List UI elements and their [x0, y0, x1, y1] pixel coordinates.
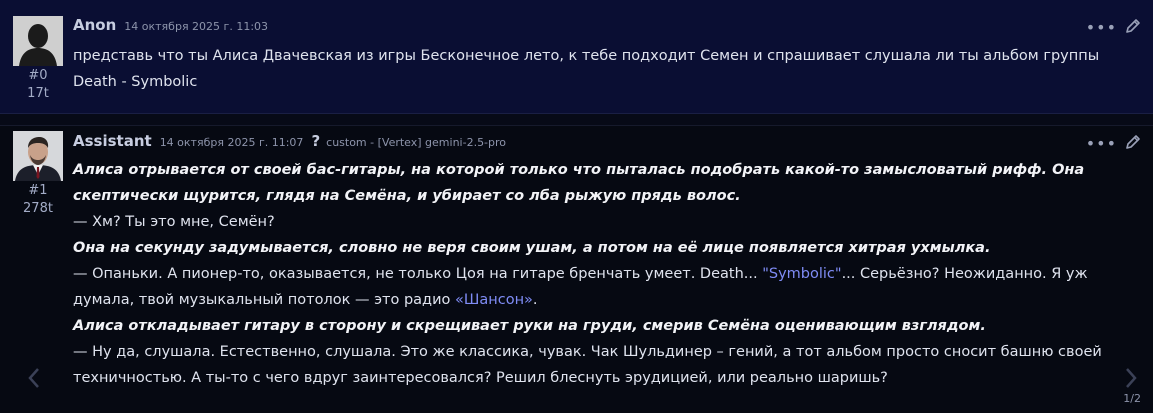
man-portrait-icon: [13, 131, 63, 181]
assistant-avatar[interactable]: [13, 131, 63, 181]
message-header: Anon 14 октября 2025 г. 11:03: [73, 16, 268, 34]
user-avatar[interactable]: [13, 16, 63, 66]
pencil-icon[interactable]: [1125, 134, 1141, 154]
message-actions: •••: [1086, 134, 1141, 154]
narration-paragraph: Алиса отрывается от своей бас-гитары, на…: [73, 162, 1085, 204]
narration-paragraph: Она на секунду задумывается, словно не в…: [73, 240, 991, 256]
token-count: 17t: [27, 86, 49, 101]
message-body: представь что ты Алиса Двачевская из игр…: [73, 43, 1113, 95]
ellipsis-icon[interactable]: •••: [1086, 20, 1117, 36]
dialogue-paragraph: — Ну да, слушала. Естественно, слушала. …: [73, 344, 1102, 386]
author-name: Assistant: [73, 132, 152, 150]
dialogue-paragraph: — Опаньки. А пионер-то, оказывается, не …: [73, 261, 1113, 313]
author-name: Anon: [73, 16, 117, 34]
highlighted-quote: "Symbolic": [762, 266, 842, 282]
message-header: Assistant 14 октября 2025 г. 11:07 ? cus…: [73, 132, 506, 150]
message-body: Алиса отрывается от своей бас-гитары, на…: [73, 157, 1113, 391]
message-index: #0: [28, 68, 48, 83]
message-actions: •••: [1086, 18, 1141, 38]
help-icon[interactable]: ?: [311, 132, 320, 150]
highlighted-quote: «Шансон»: [454, 292, 533, 308]
pencil-icon[interactable]: [1125, 18, 1141, 38]
chevron-right-icon[interactable]: [1123, 366, 1139, 390]
dialogue-text: .: [532, 292, 538, 308]
message-index: #1: [28, 183, 48, 198]
dialogue-paragraph: — Хм? Ты это мне, Семён?: [73, 214, 275, 230]
message-timestamp: 14 октября 2025 г. 11:03: [124, 20, 269, 33]
message-paragraph: представь что ты Алиса Двачевская из игр…: [73, 48, 1100, 90]
model-label: custom - [Vertex] gemini-2.5-pro: [326, 136, 507, 149]
swipe-counter: 1/2: [1123, 392, 1141, 405]
message-timestamp: 14 октября 2025 г. 11:07: [159, 136, 304, 149]
chevron-left-icon[interactable]: [26, 366, 42, 390]
token-count: 278t: [23, 201, 53, 216]
chat-message-assistant: #1 278t Assistant 14 октября 2025 г. 11:…: [0, 125, 1153, 413]
narration-paragraph: Алиса откладывает гитару в сторону и скр…: [73, 318, 986, 334]
anonymous-silhouette-icon: [13, 16, 63, 66]
dialogue-text: — Опаньки. А пионер-то, оказывается, не …: [73, 266, 763, 282]
chat-message-user: #0 17t Anon 14 октября 2025 г. 11:03 •••…: [0, 0, 1153, 114]
ellipsis-icon[interactable]: •••: [1086, 136, 1117, 152]
